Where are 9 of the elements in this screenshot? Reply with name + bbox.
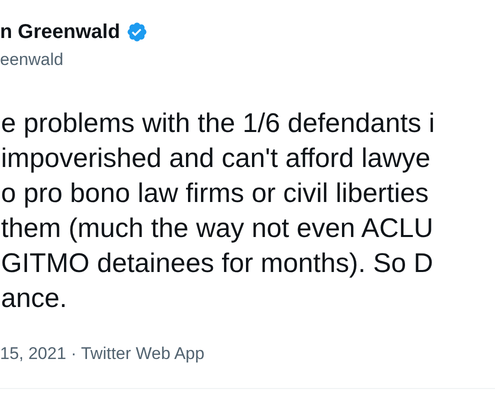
author-name[interactable]: n Greenwald <box>0 20 120 44</box>
tweet-timestamp: 15, 2021 · Twitter Web App <box>0 344 206 364</box>
tweet-text-line: impoverished and can't afford lawye <box>1 142 432 175</box>
tweet-text-line: e problems with the 1/6 defendants i <box>1 107 436 140</box>
tweet-text-line: o pro bono law firms or civil liberties <box>1 177 430 210</box>
tweet-text-line: ance. <box>1 282 68 315</box>
tweet-text-line: them (much the way not even ACLU <box>1 212 434 245</box>
tweet-text-line: GITMO detainees for months). So D <box>1 247 434 280</box>
author-handle[interactable]: eenwald <box>0 50 495 70</box>
